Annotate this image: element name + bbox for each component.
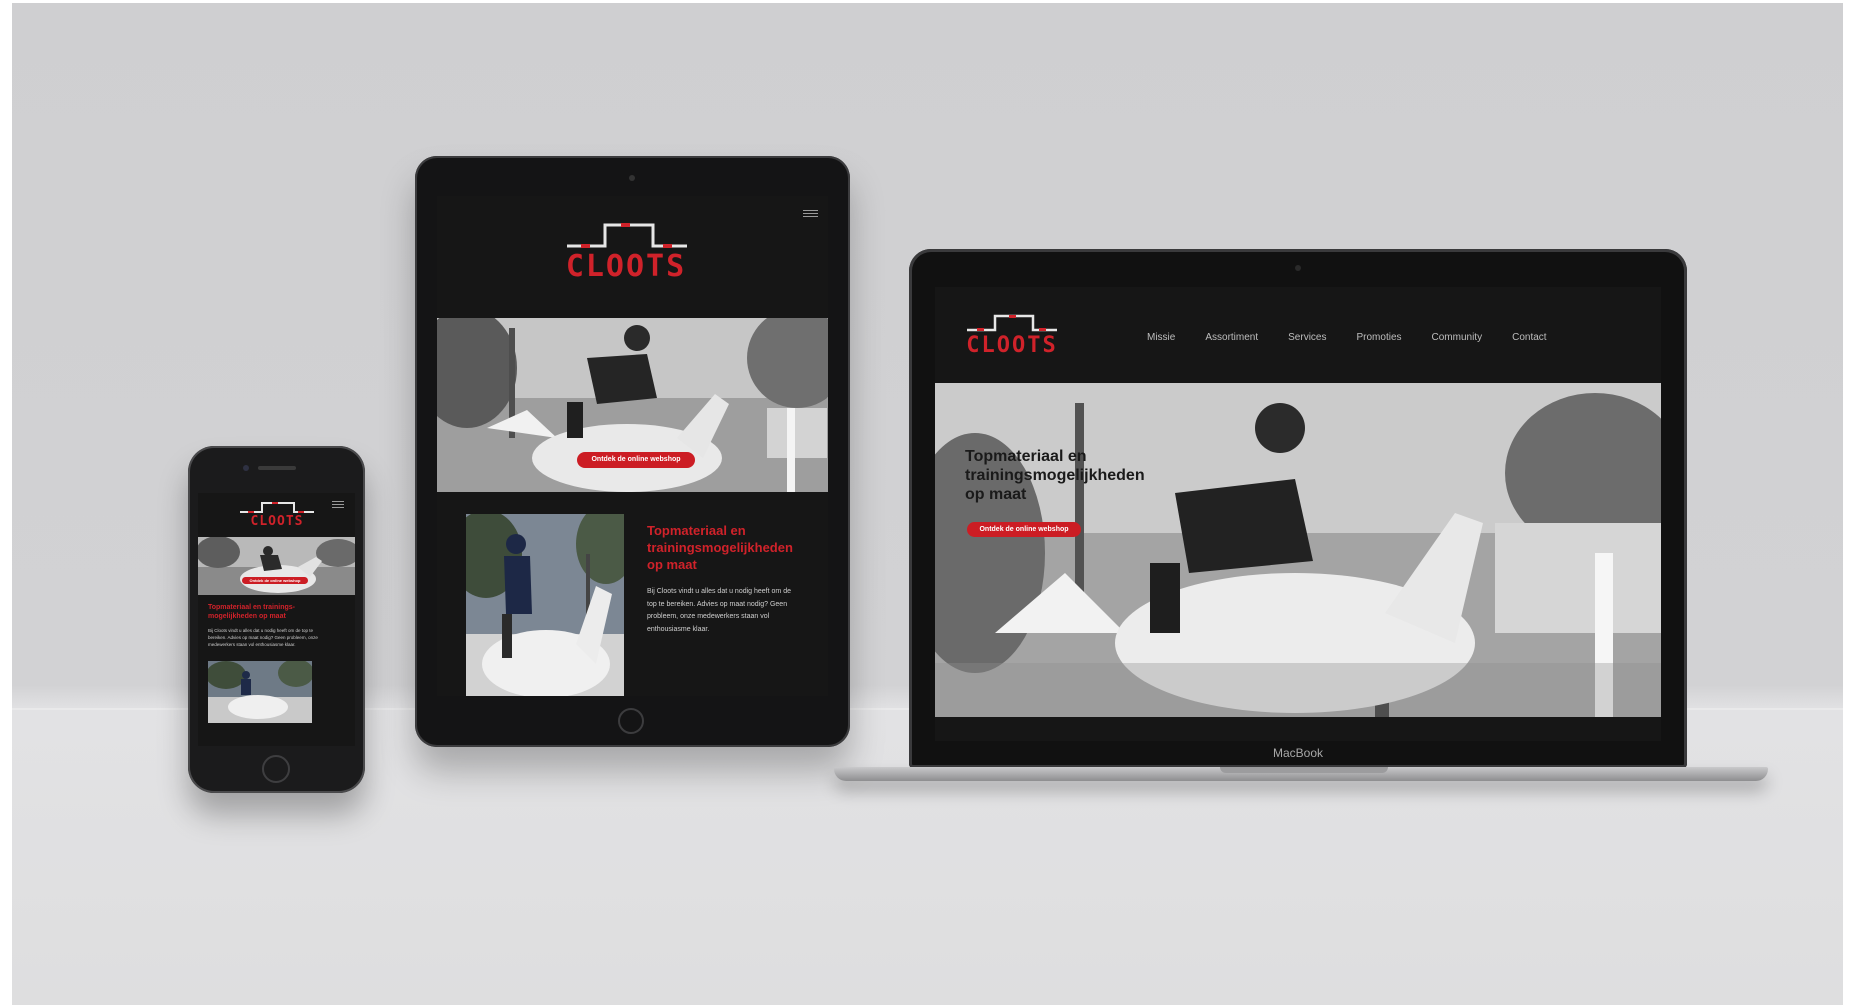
- hero-title: Topmateriaal en trainingsmogelijkheden o…: [965, 448, 1145, 503]
- hero-photo: [198, 537, 355, 595]
- laptop-camera: [1295, 265, 1301, 271]
- dressage-photo: [466, 514, 624, 696]
- phone-camera: [243, 465, 249, 471]
- nav-item-contact[interactable]: Contact: [1512, 332, 1546, 343]
- tablet-camera: [629, 175, 635, 181]
- logo-wordmark: CLOOTS: [966, 333, 1058, 358]
- nav-item-assortiment[interactable]: Assortiment: [1205, 332, 1258, 343]
- nav-item-missie[interactable]: Missie: [1147, 332, 1175, 343]
- logo-hurdle-icon: [240, 502, 314, 513]
- webshop-cta-button[interactable]: Ontdek de online webshop: [577, 452, 695, 468]
- nav-item-services[interactable]: Services: [1288, 332, 1326, 343]
- webshop-cta-button[interactable]: Ontdek de online webshop: [967, 522, 1081, 537]
- nav-item-community[interactable]: Community: [1432, 332, 1483, 343]
- section-body: Bij Cloots vindt u alles dat u nodig hee…: [208, 628, 318, 647]
- section-title: Topmateriaal en trainings-mogelijkheden …: [208, 604, 295, 620]
- tablet-home-button[interactable]: [618, 708, 644, 734]
- logo-hurdle-icon: [567, 223, 687, 248]
- dressage-photo: [208, 661, 312, 723]
- logo-wordmark: CLOOTS: [250, 514, 304, 529]
- tablet-device: CLOOTS Ontdek de online webshop Topmater…: [415, 156, 850, 747]
- hamburger-menu-icon[interactable]: [803, 210, 818, 219]
- main-nav: Missie Assortiment Services Promoties Co…: [1147, 332, 1577, 343]
- tablet-screen: CLOOTS Ontdek de online webshop Topmater…: [437, 196, 828, 696]
- laptop-device: CLOOTS Missie Assortiment Services Promo…: [909, 249, 1687, 768]
- laptop-brand-label: MacBook: [1272, 746, 1324, 760]
- hamburger-menu-icon[interactable]: [332, 501, 344, 510]
- webshop-cta-button[interactable]: Ontdek de online webshop: [242, 577, 308, 584]
- laptop-hinge-notch: [1220, 767, 1388, 773]
- section-body: Bij Cloots vindt u alles dat u nodig hee…: [647, 588, 791, 633]
- tablet-logo[interactable]: CLOOTS: [563, 220, 689, 284]
- section-title: Topmateriaal en trainingsmogelijkheden o…: [647, 523, 793, 572]
- logo-wordmark: CLOOTS: [565, 249, 687, 284]
- laptop-screen: CLOOTS Missie Assortiment Services Promo…: [935, 287, 1661, 741]
- logo-hurdle-icon: [967, 314, 1057, 332]
- nav-item-promoties[interactable]: Promoties: [1357, 332, 1402, 343]
- mockup-scene: CLOOTS Ontdek de online webshop Topmater…: [12, 3, 1843, 1005]
- phone-logo[interactable]: CLOOTS: [236, 501, 318, 529]
- phone-device: CLOOTS Ontdek de online webshop Topmater…: [188, 446, 365, 793]
- hero-photo: [935, 383, 1661, 717]
- phone-speaker: [258, 466, 296, 470]
- phone-home-button[interactable]: [262, 755, 290, 783]
- phone-screen: CLOOTS Ontdek de online webshop Topmater…: [198, 493, 355, 746]
- laptop-logo[interactable]: CLOOTS: [965, 313, 1059, 359]
